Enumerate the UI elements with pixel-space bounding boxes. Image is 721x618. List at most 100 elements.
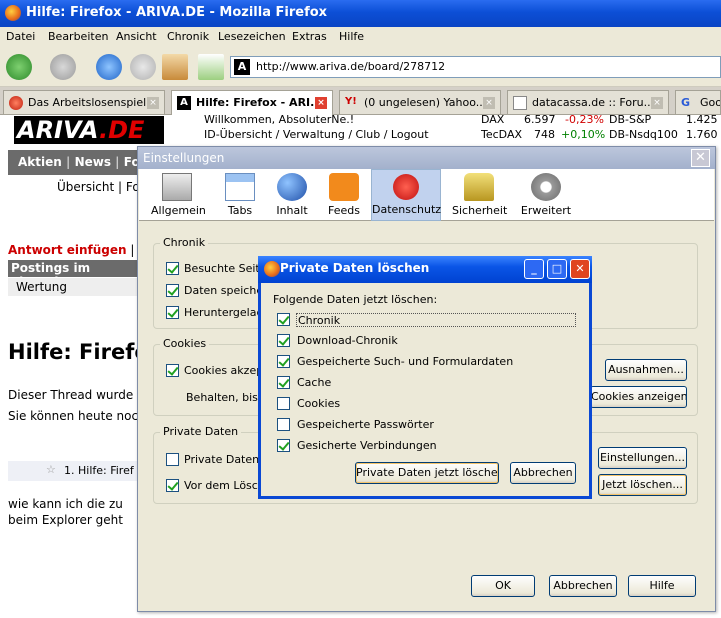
menu-datei[interactable]: Datei (6, 30, 35, 43)
tab-arbeitslosenspiel[interactable]: Das Arbeitslosenspiel × (3, 90, 165, 114)
home-icon[interactable] (162, 54, 188, 80)
ariva-favicon: A (234, 59, 250, 75)
pane-allgemein[interactable]: Allgemein (151, 169, 206, 221)
clear-cache-label: Cache (297, 376, 332, 389)
thread-info-1: Dieser Thread wurde 3 (8, 388, 145, 402)
tab-google[interactable]: G Goo (675, 90, 721, 114)
account-links[interactable]: ID-Übersicht / Verwaltung / Club / Logou… (204, 128, 429, 141)
clear-sessions-checkbox[interactable] (277, 439, 290, 452)
stock-dbsp-value: 1.425 (686, 113, 718, 126)
private-clear-checkbox[interactable] (166, 453, 179, 466)
chronik-checkbox-3[interactable] (166, 306, 179, 319)
globe-icon (277, 173, 307, 201)
ausnahmen-button[interactable]: Ausnahmen... (605, 359, 687, 381)
stock-dbsp-name[interactable]: DB-S&P (609, 113, 651, 126)
minimize-icon[interactable]: _ (524, 259, 544, 279)
pane-feeds[interactable]: Feeds (323, 169, 365, 221)
pane-sicherheit[interactable]: Sicherheit (452, 169, 507, 221)
postings-header: Postings im Thread (8, 260, 138, 289)
wertung-label: Wertung (8, 278, 138, 296)
nav-aktien[interactable]: Aktien (18, 155, 62, 169)
close-icon[interactable]: ✕ (691, 149, 710, 167)
back-icon[interactable] (6, 54, 32, 80)
ok-button[interactable]: OK (471, 575, 535, 597)
menu-bearbeiten[interactable]: Bearbeiten (48, 30, 108, 43)
firefox-icon (5, 5, 21, 21)
stock-dbnsdq-value: 1.760 (686, 128, 718, 141)
cookies-group-label: Cookies (160, 337, 210, 350)
ariva-logo[interactable]: ARIVA.DE (14, 116, 164, 144)
stock-dax-name[interactable]: DAX (481, 113, 504, 126)
chronik-group-label: Chronik (160, 236, 209, 249)
ariva-favicon: A (177, 96, 191, 110)
clear-cache-checkbox[interactable] (277, 376, 290, 389)
menu-extras[interactable]: Extras (292, 30, 327, 43)
close-icon[interactable]: × (147, 97, 159, 109)
forward-icon[interactable] (50, 54, 76, 80)
gear-icon (531, 173, 561, 201)
clear-cookies-label: Cookies (297, 397, 341, 410)
sub-nav[interactable]: Übersicht | For (57, 180, 145, 194)
tab-datacassa[interactable]: datacassa.de :: Foru... × (507, 90, 669, 114)
clear-formdata-checkbox[interactable] (277, 355, 290, 368)
stock-tecdax-value: 748 (534, 128, 555, 141)
close-icon[interactable]: × (315, 97, 327, 109)
tab-yahoo[interactable]: Y! (0 ungelesen) Yahoo... × (339, 90, 501, 114)
gear-icon (9, 96, 23, 110)
einstellungen-button[interactable]: Einstellungen... (598, 447, 687, 469)
clear-now-button[interactable]: Private Daten jetzt löschen (355, 462, 499, 484)
clear-formdata-label: Gespeicherte Such- und Formulardaten (297, 355, 514, 368)
switch-icon (162, 173, 192, 201)
menu-chronik[interactable]: Chronik (167, 30, 209, 43)
clear-private-data-dialog: Private Daten löschen _ □ ✕ Folgende Dat… (258, 256, 592, 499)
tab-hilfe-firefox[interactable]: A Hilfe: Firefox - ARI... × (171, 90, 333, 115)
clear-dialog-heading: Folgende Daten jetzt löschen: (273, 293, 438, 306)
reload-icon[interactable] (96, 54, 122, 80)
jetzt-loeschen-button[interactable]: Jetzt löschen... (598, 474, 687, 496)
pane-inhalt[interactable]: Inhalt (269, 169, 315, 221)
url-bar[interactable]: A http://www.ariva.de/board/278712 (230, 56, 721, 78)
tab-bar: Das Arbeitslosenspiel × A Hilfe: Firefox… (0, 87, 721, 115)
clear-download-checkbox[interactable] (277, 334, 290, 347)
help-button[interactable]: Hilfe (628, 575, 696, 597)
tabs-icon (225, 173, 255, 201)
google-icon: G (681, 96, 691, 109)
close-icon[interactable]: × (483, 97, 495, 109)
clear-passwords-checkbox[interactable] (277, 418, 290, 431)
new-tab-icon[interactable] (198, 54, 224, 80)
clear-chronik-checkbox[interactable] (277, 313, 290, 326)
post-body-2: beim Explorer geht (8, 513, 123, 527)
stock-dbnsdq-name[interactable]: DB-Nsdq100 (609, 128, 678, 141)
private-ask-checkbox[interactable] (166, 479, 179, 492)
lock-icon (464, 173, 494, 201)
chronik-checkbox-1[interactable] (166, 262, 179, 275)
rss-icon (329, 173, 359, 201)
cookies-accept-checkbox[interactable] (166, 364, 179, 377)
pane-tabs[interactable]: Tabs (219, 169, 261, 221)
page-heading: Hilfe: Firefo (8, 340, 149, 364)
star-icon: ☆ (46, 463, 56, 476)
menu-lesezeichen[interactable]: Lesezeichen (218, 30, 286, 43)
post-item[interactable]: ☆ 1. Hilfe: Firef (8, 461, 138, 481)
clear-cancel-button[interactable]: Abbrechen (510, 462, 576, 484)
pref-pane-bar: Allgemein Tabs Inhalt Feeds Datenschutz … (139, 169, 714, 221)
close-icon[interactable]: × (651, 97, 663, 109)
maximize-icon[interactable]: □ (547, 259, 567, 279)
firefox-icon (264, 261, 280, 277)
clear-cookies-checkbox[interactable] (277, 397, 290, 410)
close-icon[interactable]: ✕ (570, 259, 590, 279)
welcome-text: Willkommen, AbsoluterNe.! (204, 113, 355, 126)
nav-news[interactable]: News (75, 155, 111, 169)
clear-passwords-label: Gespeicherte Passwörter (297, 418, 434, 431)
pane-datenschutz[interactable]: Datenschutz (371, 169, 441, 221)
stock-dax-value: 6.597 (524, 113, 556, 126)
menu-hilfe[interactable]: Hilfe (339, 30, 364, 43)
chronik-checkbox-2[interactable] (166, 284, 179, 297)
cancel-button[interactable]: Abbrechen (549, 575, 617, 597)
cookies-show-button[interactable]: Cookies anzeigen... (590, 386, 687, 408)
pane-erweitert[interactable]: Erweitert (520, 169, 572, 221)
stop-icon[interactable] (130, 54, 156, 80)
stock-tecdax-name[interactable]: TecDAX (481, 128, 522, 141)
menu-ansicht[interactable]: Ansicht (116, 30, 157, 43)
window-title: Hilfe: Firefox - ARIVA.DE - Mozilla Fire… (0, 0, 721, 27)
